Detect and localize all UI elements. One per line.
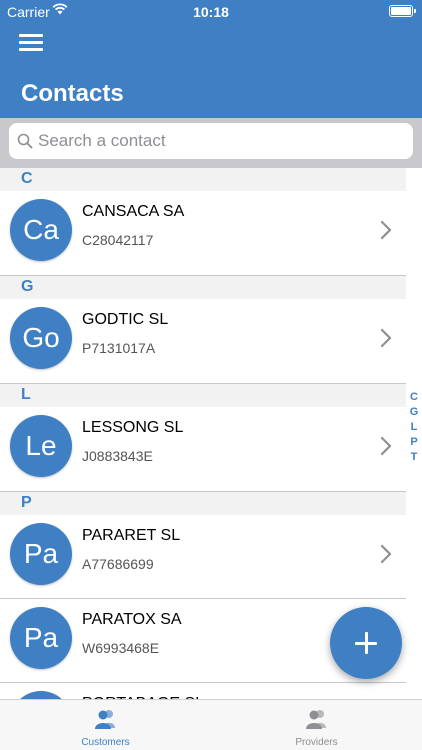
customers-icon [95, 710, 115, 729]
chevron-right-icon [379, 543, 393, 565]
index-letter-p[interactable]: P [406, 435, 422, 450]
section-index: CGLPT [406, 390, 422, 465]
search-input[interactable] [38, 123, 398, 159]
contact-name: GODTIC SL [82, 311, 169, 328]
navigation-header: Carrier 10:18 Contacts [0, 0, 422, 118]
section-header-l: L [0, 384, 406, 407]
add-contact-button[interactable] [330, 607, 402, 679]
contact-tax-id: A77686699 [82, 556, 154, 572]
avatar: Pa [10, 607, 72, 669]
providers-icon [306, 710, 326, 729]
chevron-right-icon [379, 435, 393, 457]
avatar: Pa [10, 523, 72, 585]
search-field[interactable] [9, 123, 413, 159]
contact-row[interactable]: Le LESSONG SL J0883843E [0, 407, 406, 492]
hamburger-menu-icon[interactable] [19, 32, 45, 54]
section-header-p: P [0, 492, 406, 515]
section-header-g: G [0, 276, 406, 299]
index-letter-t[interactable]: T [406, 450, 422, 465]
contact-row[interactable]: Pa PARARET SL A77686699 [0, 515, 406, 599]
tab-label: Providers [295, 737, 338, 748]
index-letter-c[interactable]: C [406, 390, 422, 405]
tab-bar: Customers Providers [0, 699, 422, 750]
contact-name: PARATOX SA [82, 611, 182, 628]
contact-name: PARARET SL [82, 527, 181, 544]
contact-tax-id: P7131017A [82, 340, 156, 356]
contact-tax-id: W6993468E [82, 640, 160, 656]
chevron-right-icon [379, 327, 393, 349]
tab-customers[interactable]: Customers [0, 700, 211, 750]
index-letter-l[interactable]: L [406, 420, 422, 435]
contact-tax-id: J0883843E [82, 448, 153, 464]
index-letter-g[interactable]: G [406, 405, 422, 420]
contact-row[interactable]: Go GODTIC SL P7131017A [0, 299, 406, 384]
tab-label: Customers [81, 737, 130, 748]
battery-icon [389, 5, 416, 17]
page-title: Contacts [21, 80, 124, 107]
search-icon [17, 133, 33, 149]
contact-name: CANSACA SA [82, 203, 185, 220]
clock: 10:18 [193, 4, 229, 20]
avatar: Go [10, 307, 72, 369]
contact-row[interactable]: Ca CANSACA SA C28042117 [0, 191, 406, 276]
tab-providers[interactable]: Providers [211, 700, 422, 750]
chevron-right-icon [379, 219, 393, 241]
section-header-c: C [0, 168, 406, 191]
avatar: Le [10, 415, 72, 477]
status-bar: Carrier 10:18 [0, 0, 422, 22]
contact-tax-id: C28042117 [82, 232, 154, 248]
search-bar [0, 118, 422, 168]
avatar: Ca [10, 199, 72, 261]
contact-name: LESSONG SL [82, 419, 184, 436]
